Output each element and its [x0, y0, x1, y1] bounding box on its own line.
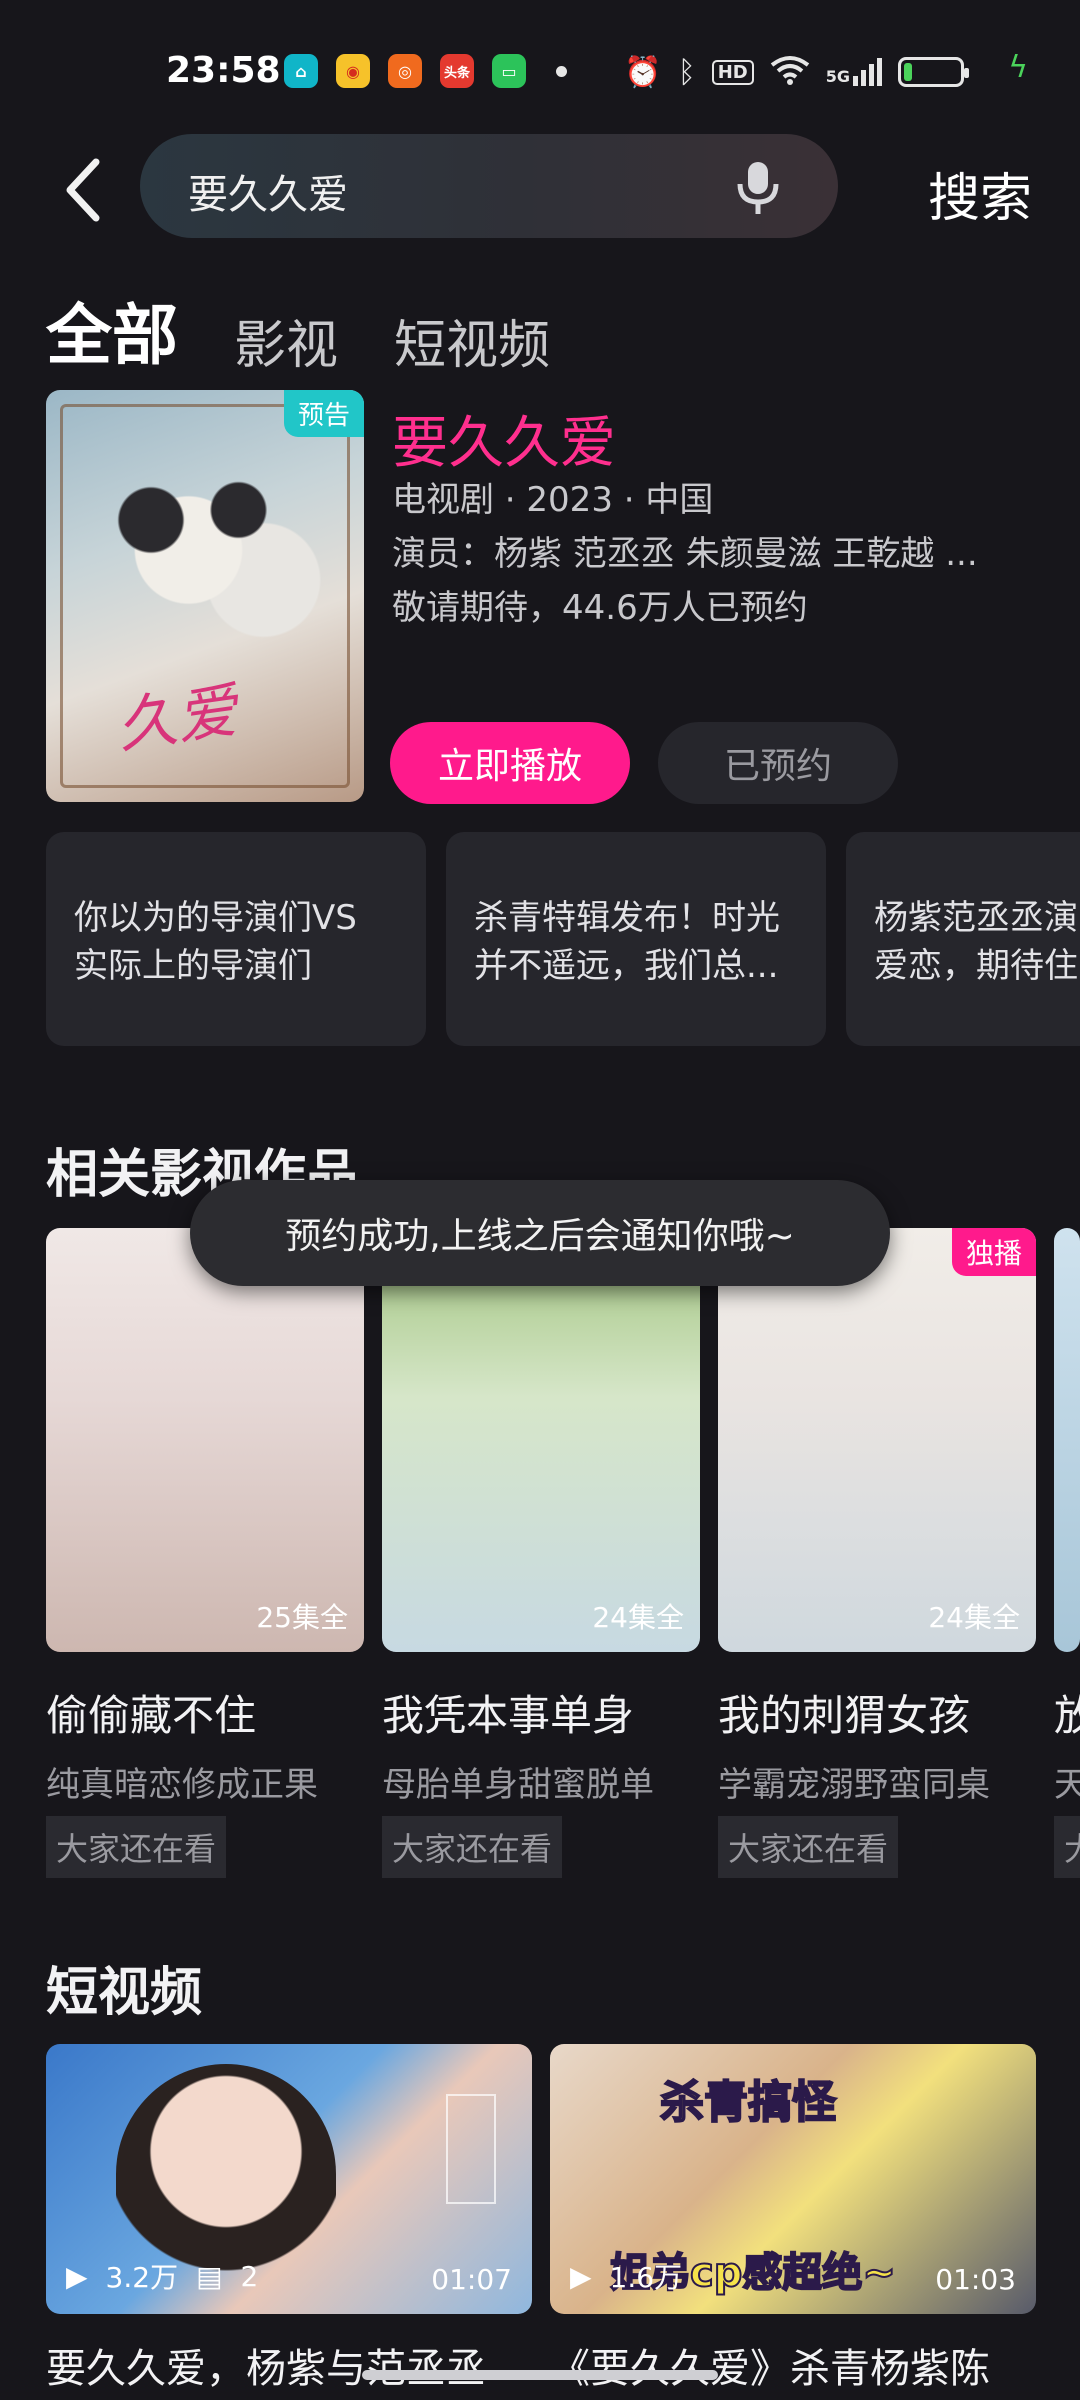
toutiao-icon: 头条 [440, 54, 474, 88]
bluetooth-icon: ᛒ [677, 54, 696, 90]
short-video-card[interactable]: 杀青搞怪 姐弟cp感超绝~ ▶ 1.6万 01:03 [550, 2044, 1036, 2314]
back-arrow-icon[interactable] [56, 150, 116, 230]
related-tag: 大 [1054, 1816, 1080, 1878]
result-tabs: 全部 影视 短视频 [46, 282, 550, 378]
play-now-button[interactable]: 立即播放 [390, 722, 630, 804]
play-count-icon: ▶ [570, 2259, 592, 2293]
comment-icon: ▤ [196, 2259, 223, 2293]
featured-status: 敬请期待，44.6万人已预约 [392, 588, 808, 628]
clip-title-line: 你以为的导演们VS [74, 898, 357, 938]
clip-title-line: 杨紫范丞丞演 [874, 898, 1078, 938]
microphone-icon[interactable] [734, 160, 782, 216]
related-title: 偷偷藏不住 [46, 1691, 257, 1740]
video-stats: ▶ 3.2万 ▤ 2 [66, 2256, 258, 2296]
wechat-green-icon: ▭ [492, 54, 526, 88]
clip-card[interactable]: 杀青特辑发布！时光 并不遥远，我们总... [446, 832, 826, 1046]
tab-short-video[interactable]: 短视频 [394, 303, 550, 378]
home-indicator[interactable] [362, 2370, 718, 2380]
poster-logo: 久爱 [112, 675, 242, 762]
related-poster [1054, 1228, 1080, 1652]
related-desc: 纯真暗恋修成正果 [46, 1765, 318, 1805]
home-app-icon: ⌂ [284, 54, 318, 88]
search-button[interactable]: 搜索 [928, 156, 1032, 231]
related-card[interactable]: 25集全 偷偷藏不住 纯真暗恋修成正果 大家还在看 [46, 1228, 364, 1878]
video-duration: 01:07 [431, 2263, 512, 2296]
poster-people-image [76, 460, 326, 660]
wifi-icon [770, 55, 810, 90]
play-count: 3.2万 [105, 2261, 179, 2294]
video-overlay-caption: 杀青搞怪 [659, 2076, 837, 2129]
related-title: 放 [1054, 1691, 1080, 1740]
status-bar: 23:58 ⌂ ◉ ◎ 头条 ▭ ⏰ ᛒ HD 5G ϟ [0, 0, 1080, 130]
status-icons: ⏰ ᛒ HD 5G [624, 52, 1000, 92]
featured-title[interactable]: 要久久爱 [392, 398, 616, 479]
video-overlay-art [446, 2094, 496, 2204]
video-duration: 01:03 [935, 2263, 1016, 2296]
related-tag: 大家还在看 [46, 1816, 227, 1878]
related-title: 我凭本事单身 [382, 1691, 635, 1740]
related-desc: 天 [1054, 1765, 1080, 1805]
play-count: 1.6万 [609, 2261, 683, 2294]
search-input[interactable]: 要久久爱 [140, 134, 838, 238]
episode-count: 24集全 [592, 1601, 684, 1634]
trailer-badge: 预告 [283, 390, 364, 437]
clip-title-line: 并不遥远，我们总... [474, 946, 779, 986]
tab-film-tv[interactable]: 影视 [234, 303, 338, 378]
related-poster: 独播 24集全 [718, 1228, 1036, 1652]
toast-message: 预约成功,上线之后会通知你哦~ [190, 1180, 890, 1286]
5g-signal-icon: 5G [826, 58, 882, 86]
alarm-icon: ⏰ [624, 54, 662, 90]
play-count-icon: ▶ [66, 2259, 88, 2293]
related-title: 我的刺猬女孩 [718, 1691, 971, 1740]
tab-all[interactable]: 全部 [46, 282, 178, 378]
related-card[interactable]: 24集全 我凭本事单身 母胎单身甜蜜脱单 大家还在看 [382, 1228, 700, 1878]
clip-card[interactable]: 你以为的导演们VS 实际上的导演们 [46, 832, 426, 1046]
clip-title-line: 杀青特辑发布！时光 [474, 898, 780, 938]
hd-icon: HD [711, 59, 754, 85]
related-desc: 学霸宠溺野蛮同桌 [718, 1765, 990, 1805]
search-query[interactable]: 要久久爱 [188, 162, 348, 220]
episode-count: 24集全 [928, 1601, 1020, 1634]
related-tag: 大家还在看 [382, 1816, 563, 1878]
featured-poster[interactable]: 久爱 预告 [46, 390, 364, 802]
battery-icon [898, 57, 969, 87]
related-card[interactable]: 独播 24集全 我的刺猬女孩 学霸宠溺野蛮同桌 大家还在看 [718, 1228, 1036, 1878]
clip-card[interactable]: 杨紫范丞丞演 爱恋，期待住 [846, 832, 1080, 1046]
booked-button[interactable]: 已预约 [658, 722, 898, 804]
exclusive-badge: 独播 [951, 1228, 1036, 1276]
featured-meta: 电视剧 · 2023 · 中国 [392, 480, 714, 520]
charging-icon: ϟ [1008, 50, 1028, 85]
related-poster: 24集全 [382, 1228, 700, 1652]
clip-title-line: 实际上的导演们 [74, 946, 312, 986]
featured-cast: 演员：杨紫 范丞丞 朱颜曼滋 王乾越 ... [392, 534, 978, 574]
clip-title-line: 爱恋，期待住 [874, 946, 1078, 986]
short-video-card[interactable]: ▶ 3.2万 ▤ 2 01:07 [46, 2044, 532, 2314]
weibo-icon: ◉ [336, 54, 370, 88]
related-tag: 大家还在看 [718, 1816, 899, 1878]
status-time: 23:58 [166, 50, 281, 91]
comment-count: 2 [240, 2259, 259, 2293]
app-orange-icon: ◎ [388, 54, 422, 88]
notification-dot-icon [556, 66, 567, 77]
related-card[interactable]: 放 天 大 [1054, 1228, 1080, 1878]
short-video-section-title: 短视频 [46, 1963, 203, 2023]
episode-count: 25集全 [256, 1601, 348, 1634]
related-poster: 25集全 [46, 1228, 364, 1652]
signal-label: 5G [825, 67, 850, 86]
short-video-title[interactable]: 要久久爱，杨紫与范丞丞 [46, 2336, 486, 2394]
related-desc: 母胎单身甜蜜脱单 [382, 1765, 654, 1805]
short-video-title[interactable]: 《要久久爱》杀青杨紫陈 [550, 2336, 990, 2394]
video-stats: ▶ 1.6万 [570, 2256, 682, 2296]
